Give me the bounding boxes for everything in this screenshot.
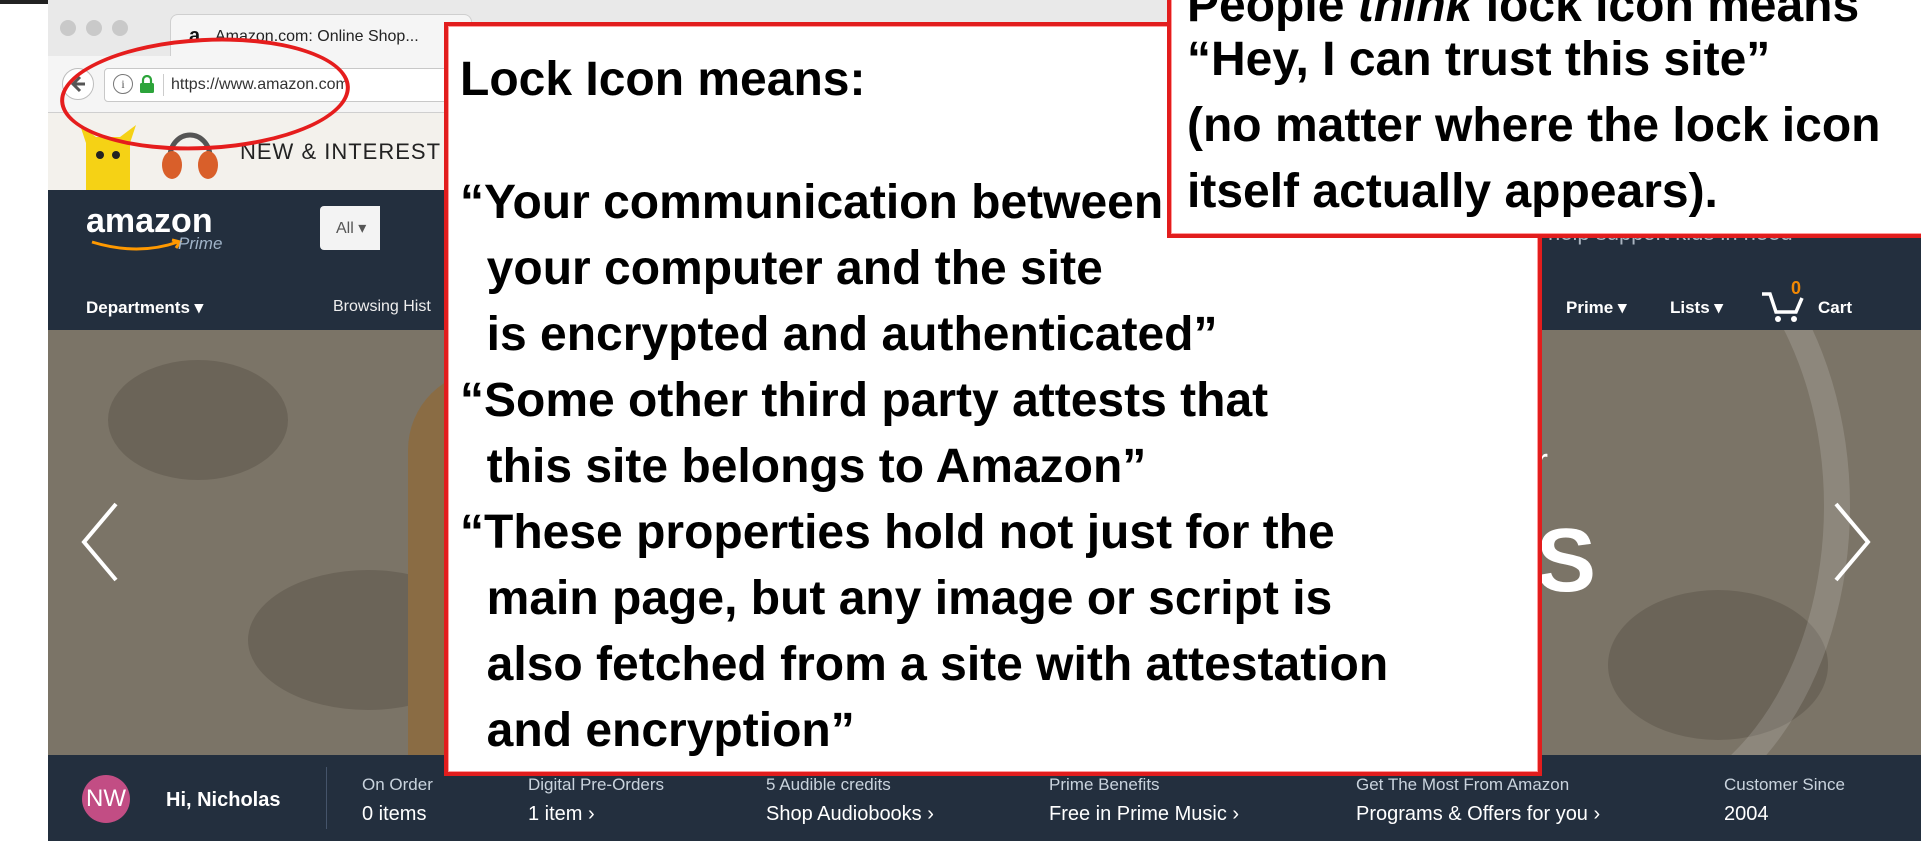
greeting[interactable]: Hi, Nicholas [166,789,280,812]
item-label: Customer Since [1724,775,1845,794]
item-value: 0 items [362,803,427,825]
annotation-line: also fetched from a site with attestatio… [460,638,1389,691]
audible-credits-item[interactable]: 5 Audible credits Shop Audiobooks › [766,775,934,826]
annotation-line: this site belongs to Amazon” [460,440,1147,493]
avatar[interactable]: NW [82,775,130,823]
annotation-text: lock icon means [1472,0,1860,32]
search-category-dropdown[interactable]: All ▾ [320,206,380,250]
annotation-text: People [1187,0,1358,32]
item-value: 2004 [1724,803,1769,825]
promo-text[interactable]: NEW & INTEREST [240,139,441,165]
carousel-next-icon[interactable] [1830,500,1874,584]
hero-text-fragment-large: S [1536,511,1597,611]
item-value: 1 item › [528,803,595,825]
item-value: Shop Audiobooks › [766,803,934,825]
lists-menu[interactable]: Lists ▾ [1670,298,1723,318]
annotation-line: “These properties hold not just for the [460,506,1335,559]
annotation-line: (no matter where the lock icon [1187,99,1881,152]
cart-label: Cart [1818,298,1853,317]
on-order-item[interactable]: On Order 0 items [362,775,433,826]
customer-since-item: Customer Since 2004 [1724,775,1845,826]
item-value: Free in Prime Music › [1049,803,1240,825]
annotation-line: “Your communication between [460,176,1164,229]
annotation-line: “Some other third party attests that [460,374,1269,427]
item-label: On Order [362,775,433,794]
close-window-button[interactable] [60,20,76,36]
digital-preorders-item[interactable]: Digital Pre-Orders 1 item › [528,775,664,826]
prime-benefits-item[interactable]: Prime Benefits Free in Prime Music › [1049,775,1239,826]
logo-smile-icon [91,238,183,251]
prime-menu[interactable]: Prime ▾ [1566,298,1627,318]
cart-button[interactable]: 0 Cart [1760,278,1870,326]
annotation-line: “Hey, I can trust this site” [1187,33,1771,86]
carousel-prev-icon[interactable] [78,500,122,584]
item-value: Programs & Offers for you › [1356,803,1601,825]
item-label: Digital Pre-Orders [528,775,665,794]
minimize-window-button[interactable] [86,20,102,36]
annotation-line: itself actually appears). [1187,165,1718,218]
item-label: Get The Most From Amazon [1356,775,1570,794]
departments-menu[interactable]: Departments ▾ [86,298,203,318]
annotation-line: is encrypted and authenticated” [460,308,1218,361]
annotation-line: your computer and the site [460,242,1103,295]
screen-edge [0,0,48,4]
annotation-line: and encryption” [460,704,855,757]
annotation-line: main page, but any image or script is [460,572,1333,625]
programs-offers-item[interactable]: Get The Most From Amazon Programs & Offe… [1356,775,1600,826]
cart-count: 0 [1791,278,1802,298]
search-category-label: All ▾ [336,220,367,237]
browsing-history-link[interactable]: Browsing Hist [333,298,431,316]
prime-logo-text: Prime [178,234,223,253]
texture-blot [108,360,288,480]
item-label: Prime Benefits [1049,775,1160,794]
item-label: 5 Audible credits [766,775,891,794]
annotation-line: People think lock icon means [1187,0,1859,33]
annotation-emphasis: think [1357,0,1473,32]
annotation-heading: Lock Icon means: [460,53,866,106]
perceived-meaning-annotation: People think lock icon means “Hey, I can… [1167,0,1921,238]
zoom-window-button[interactable] [112,20,128,36]
divider [326,767,327,829]
